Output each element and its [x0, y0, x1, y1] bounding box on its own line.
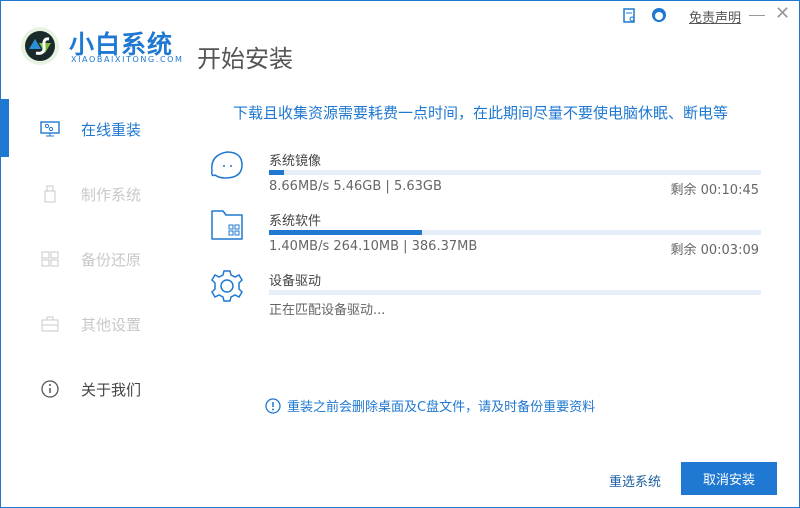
sidebar-item-backup-restore[interactable]: 备份还原: [39, 244, 141, 274]
logo-domain: XIAOBAIXITONG.COM: [71, 55, 184, 64]
progress-fill: [269, 230, 422, 235]
progress-fill: [269, 170, 284, 175]
reselect-system-button[interactable]: 重选系统: [609, 471, 661, 490]
folder-apps-icon: [211, 210, 243, 240]
task-stats: 1.40MB/s 264.10MB | 386.37MB: [269, 239, 478, 254]
sidebar-item-label: 关于我们: [81, 380, 142, 399]
sidebar-item-make-system[interactable]: 制作系统: [39, 179, 141, 209]
progress-bar: [269, 230, 761, 235]
warning-message: 重装之前会删除桌面及C盘文件，请及时备份重要资料: [265, 396, 595, 415]
cancel-install-button[interactable]: 取消安装: [681, 462, 777, 495]
progress-bar: [269, 290, 761, 295]
sidebar-item-label: 备份还原: [81, 250, 142, 269]
document-search-icon[interactable]: [623, 8, 637, 24]
task-remaining: 剩余 00:10:45: [670, 183, 759, 198]
info-icon: [39, 379, 61, 399]
sidebar-item-about[interactable]: 关于我们: [39, 374, 141, 404]
page-title: 开始安装: [197, 45, 293, 73]
info-icon: [265, 397, 281, 414]
warning-text: 重装之前会删除桌面及C盘文件，请及时备份重要资料: [287, 400, 596, 415]
active-indicator: [1, 99, 9, 157]
notice-text: 下载且收集资源需要耗费一点时间，在此期间尽量不要使电脑休眠、断电等: [233, 104, 729, 122]
task-title: 系统镜像: [269, 154, 322, 169]
task-remaining: 剩余 00:03:09: [670, 243, 759, 258]
task-stats: 正在匹配设备驱动...: [269, 303, 386, 318]
support-headset-icon[interactable]: [651, 7, 667, 23]
disclaimer-link[interactable]: 免责声明: [689, 7, 741, 26]
sidebar-item-label: 制作系统: [81, 185, 142, 204]
briefcase-icon: [39, 314, 61, 334]
sidebar-item-label: 在线重装: [81, 120, 142, 139]
chat-bubble-icon: [211, 151, 243, 179]
sidebar-item-label: 其他设置: [81, 315, 142, 334]
usb-drive-icon: [39, 184, 61, 204]
logo-icon: [21, 27, 59, 65]
progress-bar: [269, 170, 761, 175]
task-title: 设备驱动: [269, 274, 322, 289]
close-icon[interactable]: ✕: [775, 3, 790, 24]
monitor-icon: [39, 119, 61, 139]
task-title: 系统软件: [269, 214, 322, 229]
task-stats: 8.66MB/s 5.46GB | 5.63GB: [269, 179, 442, 194]
installer-window: 小白系统 XIAOBAIXITONG.COM 开始安装 免责声明 ✕ 在线重装 …: [0, 0, 800, 508]
gear-icon: [211, 270, 243, 302]
minimize-icon[interactable]: [749, 15, 765, 16]
grid-icon: [39, 249, 61, 269]
sidebar-item-online-reinstall[interactable]: 在线重装: [39, 114, 141, 144]
sidebar-item-other-settings[interactable]: 其他设置: [39, 309, 141, 339]
